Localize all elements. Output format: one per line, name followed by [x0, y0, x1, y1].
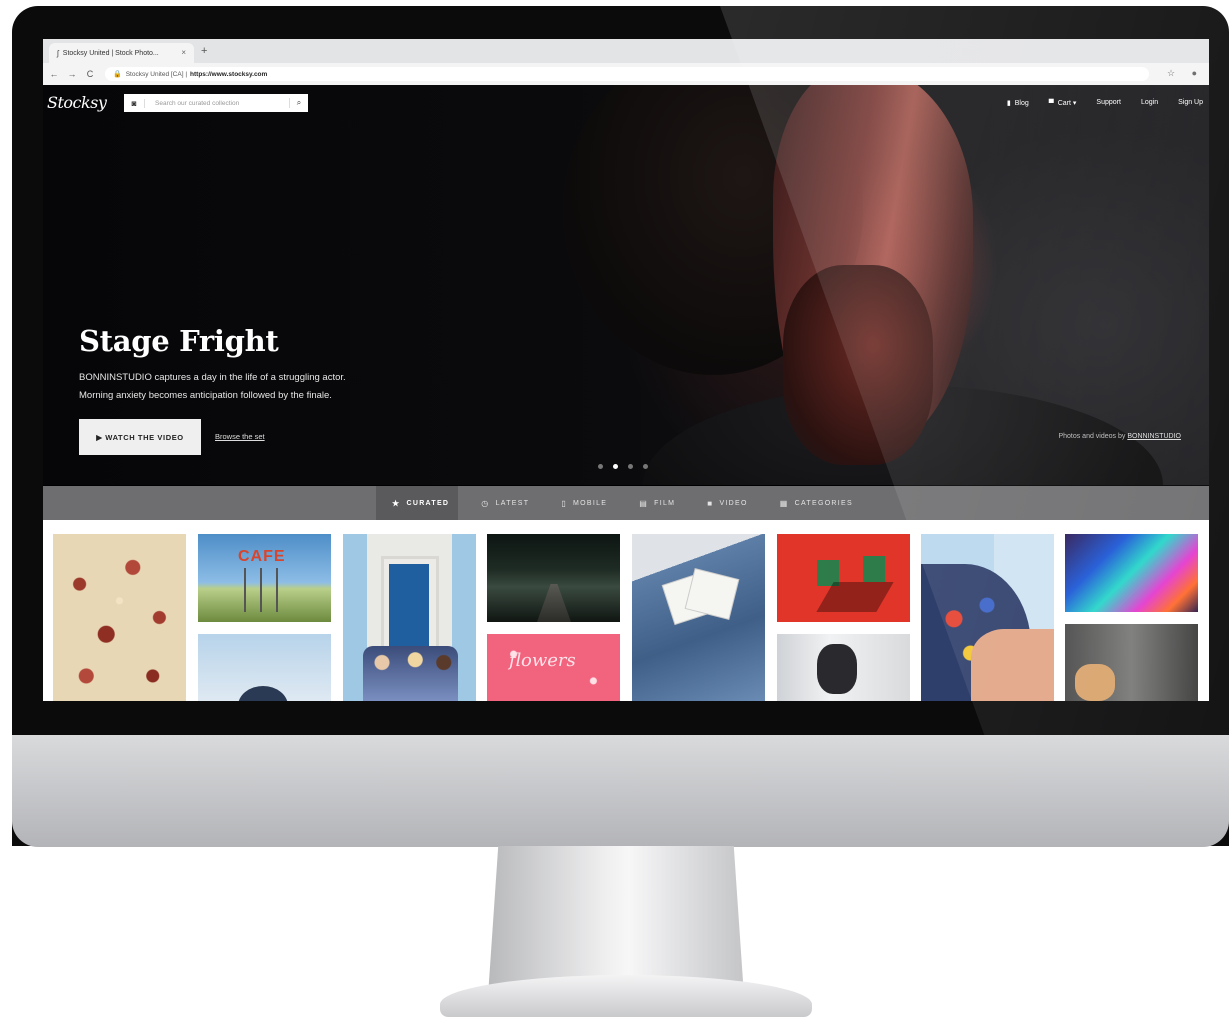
category-bar: ★ CURATED ◷ LATEST ▯ MOBILE ▤ FILM ■ VIDEO ▦ CATEGO…	[43, 486, 1209, 520]
photo-tile[interactable]: flowers	[487, 634, 620, 701]
photo-tile[interactable]	[632, 534, 765, 701]
tab-label: CATEGORIES	[794, 499, 853, 507]
sign-post	[260, 568, 262, 612]
carousel-dot-active[interactable]	[613, 464, 618, 469]
carousel-dots	[598, 464, 648, 469]
watch-video-button[interactable]: ▶ WATCH THE VIDEO	[79, 419, 201, 455]
video-icon: ■	[707, 498, 714, 508]
top-nav: ▮ Blog ▀ Cart ▾ Support Login Sign Up	[1007, 99, 1203, 107]
address-bar-icons: ☆ ●	[1153, 68, 1197, 79]
green-shape	[863, 556, 885, 582]
nav-login[interactable]: Login	[1141, 99, 1158, 107]
tab-video[interactable]: ■ VIDEO	[691, 499, 763, 508]
url-input[interactable]: 🔒 Stocksy United [CA] | https://www.stoc…	[105, 67, 1149, 81]
browse-set-link[interactable]: Browse the set	[215, 432, 265, 441]
grid-icon: ▦	[779, 498, 789, 508]
shadow-shape	[816, 582, 894, 612]
category-list: ★ CURATED ◷ LATEST ▯ MOBILE ▤ FILM ■ VIDEO ▦ CATEGO…	[376, 486, 869, 520]
tab-categories[interactable]: ▦ CATEGORIES	[764, 499, 869, 508]
address-bar: ← → C 🔒 Stocksy United [CA] | https://ww…	[43, 63, 1209, 85]
search-input[interactable]: Search our curated collection	[145, 100, 289, 107]
photo-tile[interactable]: CAFE	[198, 534, 331, 622]
people-on-steps	[363, 646, 458, 701]
carousel-dot[interactable]	[598, 464, 603, 469]
credit-link[interactable]: BONNINSTUDIO	[1127, 433, 1181, 440]
tab-film[interactable]: ▤ FILM	[623, 499, 691, 508]
photo-tile[interactable]	[1065, 624, 1198, 701]
hero-description: BONNINSTUDIO captures a day in the life …	[79, 372, 346, 401]
star-icon: ★	[392, 498, 401, 508]
skin	[971, 629, 1054, 701]
bookmark-star-icon[interactable]: ☆	[1167, 68, 1175, 78]
carousel-dot[interactable]	[643, 464, 648, 469]
forest-road	[537, 584, 571, 622]
nav-cart[interactable]: ▀ Cart ▾	[1049, 99, 1077, 107]
tab-close-icon[interactable]: ×	[181, 48, 186, 57]
flowers-script: flowers	[509, 650, 576, 671]
helmet-shape	[238, 686, 288, 701]
photo-grid: CAFE flowers	[43, 520, 1209, 701]
site-header: Stocksy ◙ Search our curated collection …	[43, 85, 1209, 125]
tab-label: LATEST	[495, 499, 530, 507]
photo-tile[interactable]	[1065, 534, 1198, 612]
photo-tile[interactable]	[53, 534, 186, 701]
clock-icon: ◷	[481, 498, 490, 508]
tab-label: FILM	[654, 499, 676, 507]
stocksy-favicon-icon: ʃ	[57, 48, 59, 58]
forward-button[interactable]: →	[65, 69, 79, 79]
hero-title: Stage Fright	[79, 324, 279, 358]
stocksy-logo[interactable]: Stocksy	[47, 93, 107, 112]
carousel-dot[interactable]	[628, 464, 633, 469]
monitor-stand	[488, 846, 744, 996]
url-site-name: Stocksy United [CA] |	[125, 70, 188, 78]
mobile-icon: ▯	[561, 498, 568, 508]
tab-label: MOBILE	[573, 499, 608, 507]
browser-tab-bar: ʃ Stocksy United | Stock Photo... × +	[43, 39, 1209, 63]
hero-photo-beard	[783, 265, 933, 465]
tab-title: Stocksy United | Stock Photo...	[62, 49, 159, 57]
extension-icon[interactable]: ●	[1192, 68, 1197, 78]
monitor-chin	[12, 735, 1229, 847]
nav-signup[interactable]: Sign Up	[1178, 99, 1203, 107]
bookmark-icon: ▮	[1006, 100, 1011, 107]
tab-label: VIDEO	[719, 499, 748, 507]
reload-button[interactable]: C	[83, 69, 97, 79]
photo-tile[interactable]	[921, 534, 1054, 701]
screen: ʃ Stocksy United | Stock Photo... × + ← …	[43, 39, 1209, 701]
dancer	[817, 644, 857, 694]
tab-label: CURATED	[406, 499, 450, 507]
search-icon[interactable]: ⌕	[289, 98, 308, 108]
sign-post	[276, 568, 278, 612]
photo-tile[interactable]	[198, 634, 331, 701]
search-box[interactable]: ◙ Search our curated collection ⌕	[124, 94, 308, 112]
photo-tile[interactable]	[777, 534, 910, 622]
photo-tile[interactable]	[343, 534, 476, 701]
camera-icon[interactable]: ◙	[124, 98, 145, 108]
hero-banner	[43, 85, 1209, 485]
new-tab-button[interactable]: +	[201, 45, 207, 57]
back-button[interactable]: ←	[47, 69, 61, 79]
sign-post	[244, 568, 246, 612]
photo-tile[interactable]	[487, 534, 620, 622]
lock-icon: 🔒	[113, 71, 122, 78]
nav-blog[interactable]: ▮ Blog	[1007, 99, 1029, 107]
hand-shape	[1075, 664, 1115, 701]
chevron-down-icon: ▾	[1072, 100, 1077, 107]
browser-tab[interactable]: ʃ Stocksy United | Stock Photo... ×	[49, 43, 194, 63]
tab-latest[interactable]: ◷ LATEST	[465, 499, 545, 508]
photo-tile[interactable]	[777, 634, 910, 701]
tab-curated[interactable]: ★ CURATED	[376, 499, 465, 508]
tab-mobile[interactable]: ▯ MOBILE	[545, 499, 623, 508]
film-icon: ▤	[639, 498, 649, 508]
cafe-sign: CAFE	[238, 548, 286, 565]
nav-support[interactable]: Support	[1096, 99, 1121, 107]
photo-credit: Photos and videos by BONNINSTUDIO	[1058, 433, 1181, 440]
url-host: https://www.stocksy.com	[190, 70, 268, 78]
cart-icon: ▀	[1048, 100, 1054, 107]
